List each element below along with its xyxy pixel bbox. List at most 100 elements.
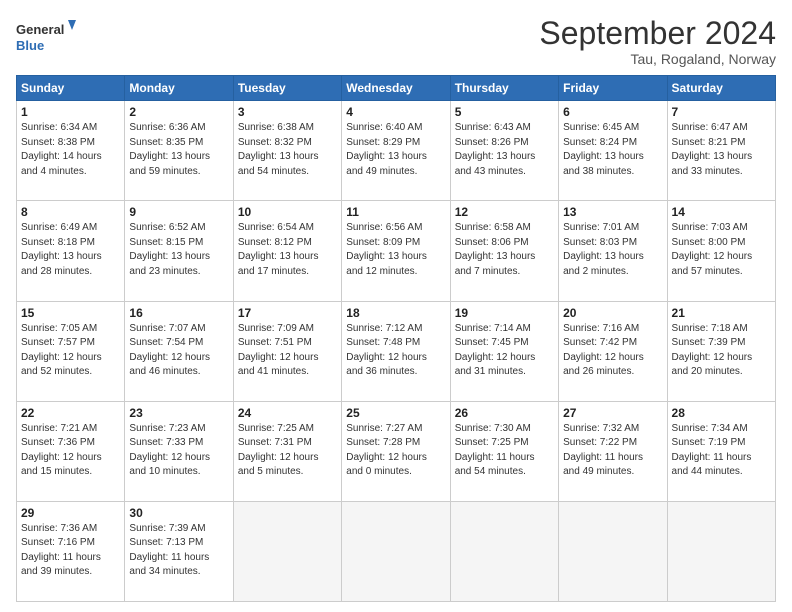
- day-number: 14: [672, 205, 771, 219]
- header-thursday: Thursday: [450, 76, 558, 101]
- day-info: Sunrise: 6:54 AM Sunset: 8:12 PM Dayligh…: [238, 221, 337, 279]
- calendar-cell: 22 Sunrise: 7:21 AM Sunset: 7:36 PM Dayli…: [17, 401, 125, 501]
- calendar-cell: 27Sunrise: 7:32 AM Sunset: 7:22 PM Dayli…: [559, 401, 667, 501]
- logo: General Blue: [16, 16, 76, 60]
- day-number: 26: [455, 406, 554, 420]
- day-number: 13: [563, 205, 662, 219]
- day-info: Sunrise: 7:16 AM Sunset: 7:42 PM Dayligh…: [563, 322, 662, 380]
- calendar-cell: 9 Sunrise: 6:52 AM Sunset: 8:15 PM Daylig…: [125, 201, 233, 301]
- page-subtitle: Tau, Rogaland, Norway: [539, 51, 776, 67]
- calendar-cell: 11 Sunrise: 6:56 AM Sunset: 8:09 PM Dayli…: [342, 201, 450, 301]
- day-number: 24: [238, 406, 337, 420]
- calendar-cell: [342, 501, 450, 601]
- day-number: 9: [129, 205, 228, 219]
- day-number: 20: [563, 306, 662, 320]
- title-block: September 2024 Tau, Rogaland, Norway: [539, 16, 776, 67]
- day-number: 18: [346, 306, 445, 320]
- calendar-cell: 15Sunrise: 7:05 AM Sunset: 7:57 PM Dayli…: [17, 301, 125, 401]
- day-info: Sunrise: 7:03 AM Sunset: 8:00 PM Dayligh…: [672, 221, 771, 279]
- header-saturday: Saturday: [667, 76, 775, 101]
- day-info: Sunrise: 6:47 AM Sunset: 8:21 PM Dayligh…: [672, 121, 771, 179]
- week-row-1: 1Sunrise: 6:34 AM Sunset: 8:38 PM Daylig…: [17, 101, 776, 201]
- day-number: 3: [238, 105, 337, 119]
- calendar-cell: 10 Sunrise: 6:54 AM Sunset: 8:12 PM Dayli…: [233, 201, 341, 301]
- calendar-cell: 5 Sunrise: 6:43 AM Sunset: 8:26 PM Daylig…: [450, 101, 558, 201]
- day-info: Sunrise: 7:14 AM Sunset: 7:45 PM Dayligh…: [455, 322, 554, 380]
- day-number: 23: [129, 406, 228, 420]
- day-info: Sunrise: 6:38 AM Sunset: 8:32 PM Dayligh…: [238, 121, 337, 179]
- day-info: Sunrise: 7:07 AM Sunset: 7:54 PM Dayligh…: [129, 322, 228, 380]
- day-number: 22: [21, 406, 120, 420]
- calendar-header-row: SundayMondayTuesdayWednesdayThursdayFrid…: [17, 76, 776, 101]
- day-number: 19: [455, 306, 554, 320]
- calendar-cell: 26 Sunrise: 7:30 AM Sunset: 7:25 PM Dayli…: [450, 401, 558, 501]
- header-wednesday: Wednesday: [342, 76, 450, 101]
- day-number: 8: [21, 205, 120, 219]
- calendar-cell: 24 Sunrise: 7:25 AM Sunset: 7:31 PM Dayli…: [233, 401, 341, 501]
- day-info: Sunrise: 6:52 AM Sunset: 8:15 PM Dayligh…: [129, 221, 228, 279]
- day-number: 21: [672, 306, 771, 320]
- day-info: Sunrise: 6:40 AM Sunset: 8:29 PM Dayligh…: [346, 121, 445, 179]
- day-info: Sunrise: 6:36 AM Sunset: 8:35 PM Dayligh…: [129, 121, 228, 179]
- calendar-cell: 13 Sunrise: 7:01 AM Sunset: 8:03 PM Dayli…: [559, 201, 667, 301]
- page-title: September 2024: [539, 16, 776, 51]
- day-info: Sunrise: 6:34 AM Sunset: 8:38 PM Dayligh…: [21, 121, 120, 179]
- day-number: 7: [672, 105, 771, 119]
- calendar-cell: 28 Sunrise: 7:34 AM Sunset: 7:19 PM Dayli…: [667, 401, 775, 501]
- day-number: 25: [346, 406, 445, 420]
- calendar-cell: 4 Sunrise: 6:40 AM Sunset: 8:29 PM Daylig…: [342, 101, 450, 201]
- week-row-3: 15Sunrise: 7:05 AM Sunset: 7:57 PM Dayli…: [17, 301, 776, 401]
- day-info: Sunrise: 7:23 AM Sunset: 7:33 PM Dayligh…: [129, 422, 228, 480]
- day-number: 16: [129, 306, 228, 320]
- day-info: Sunrise: 6:43 AM Sunset: 8:26 PM Dayligh…: [455, 121, 554, 179]
- calendar-cell: [233, 501, 341, 601]
- day-number: 29: [21, 506, 120, 520]
- calendar-cell: [667, 501, 775, 601]
- calendar-table: SundayMondayTuesdayWednesdayThursdayFrid…: [16, 75, 776, 602]
- day-number: 5: [455, 105, 554, 119]
- day-info: Sunrise: 7:12 AM Sunset: 7:48 PM Dayligh…: [346, 322, 445, 380]
- calendar-cell: 20 Sunrise: 7:16 AM Sunset: 7:42 PM Dayli…: [559, 301, 667, 401]
- day-number: 6: [563, 105, 662, 119]
- day-info: Sunrise: 6:45 AM Sunset: 8:24 PM Dayligh…: [563, 121, 662, 179]
- day-number: 12: [455, 205, 554, 219]
- calendar-cell: 29 Sunrise: 7:36 AM Sunset: 7:16 PM Dayli…: [17, 501, 125, 601]
- day-number: 4: [346, 105, 445, 119]
- calendar-cell: 16 Sunrise: 7:07 AM Sunset: 7:54 PM Dayli…: [125, 301, 233, 401]
- week-row-5: 29 Sunrise: 7:36 AM Sunset: 7:16 PM Dayli…: [17, 501, 776, 601]
- calendar-cell: 3 Sunrise: 6:38 AM Sunset: 8:32 PM Daylig…: [233, 101, 341, 201]
- calendar-cell: 19 Sunrise: 7:14 AM Sunset: 7:45 PM Dayli…: [450, 301, 558, 401]
- calendar-cell: 25Sunrise: 7:27 AM Sunset: 7:28 PM Dayli…: [342, 401, 450, 501]
- day-info: Sunrise: 6:56 AM Sunset: 8:09 PM Dayligh…: [346, 221, 445, 279]
- header-monday: Monday: [125, 76, 233, 101]
- day-info: Sunrise: 7:01 AM Sunset: 8:03 PM Dayligh…: [563, 221, 662, 279]
- day-info: Sunrise: 6:58 AM Sunset: 8:06 PM Dayligh…: [455, 221, 554, 279]
- day-info: Sunrise: 7:34 AM Sunset: 7:19 PM Dayligh…: [672, 422, 771, 480]
- day-info: Sunrise: 7:36 AM Sunset: 7:16 PM Dayligh…: [21, 522, 120, 580]
- day-info: Sunrise: 6:49 AM Sunset: 8:18 PM Dayligh…: [21, 221, 120, 279]
- logo-svg: General Blue: [16, 16, 76, 60]
- day-number: 17: [238, 306, 337, 320]
- day-number: 2: [129, 105, 228, 119]
- calendar-cell: 7 Sunrise: 6:47 AM Sunset: 8:21 PM Daylig…: [667, 101, 775, 201]
- day-info: Sunrise: 7:30 AM Sunset: 7:25 PM Dayligh…: [455, 422, 554, 480]
- calendar-cell: 8 Sunrise: 6:49 AM Sunset: 8:18 PM Daylig…: [17, 201, 125, 301]
- day-number: 11: [346, 205, 445, 219]
- calendar-cell: 23 Sunrise: 7:23 AM Sunset: 7:33 PM Dayli…: [125, 401, 233, 501]
- day-number: 15: [21, 306, 120, 320]
- day-number: 10: [238, 205, 337, 219]
- day-info: Sunrise: 7:25 AM Sunset: 7:31 PM Dayligh…: [238, 422, 337, 480]
- week-row-2: 8 Sunrise: 6:49 AM Sunset: 8:18 PM Daylig…: [17, 201, 776, 301]
- calendar-cell: 14 Sunrise: 7:03 AM Sunset: 8:00 PM Dayli…: [667, 201, 775, 301]
- day-number: 30: [129, 506, 228, 520]
- day-number: 28: [672, 406, 771, 420]
- calendar-cell: 2 Sunrise: 6:36 AM Sunset: 8:35 PM Daylig…: [125, 101, 233, 201]
- day-number: 27: [563, 406, 662, 420]
- svg-text:General: General: [16, 22, 64, 37]
- calendar-cell: 21Sunrise: 7:18 AM Sunset: 7:39 PM Dayli…: [667, 301, 775, 401]
- page-header: General Blue September 2024 Tau, Rogalan…: [16, 16, 776, 67]
- calendar-cell: 6 Sunrise: 6:45 AM Sunset: 8:24 PM Daylig…: [559, 101, 667, 201]
- day-info: Sunrise: 7:21 AM Sunset: 7:36 PM Dayligh…: [21, 422, 120, 480]
- header-tuesday: Tuesday: [233, 76, 341, 101]
- week-row-4: 22 Sunrise: 7:21 AM Sunset: 7:36 PM Dayli…: [17, 401, 776, 501]
